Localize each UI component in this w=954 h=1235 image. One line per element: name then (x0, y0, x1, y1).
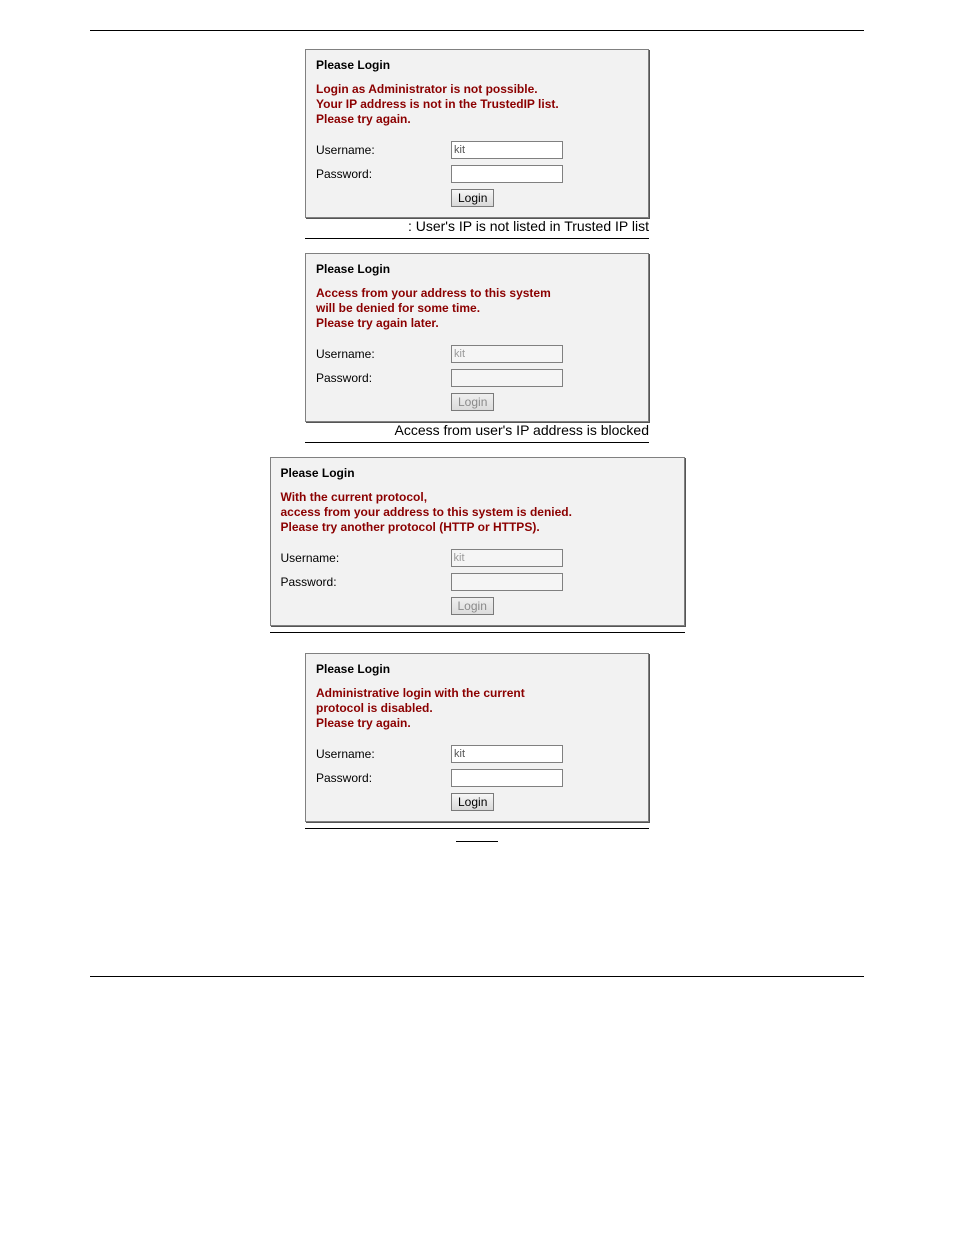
login-panel: Please Login Access from your address to… (305, 253, 649, 422)
username-label: Username: (316, 143, 451, 157)
username-input (451, 345, 563, 363)
password-label: Password: (316, 771, 451, 785)
panel-title: Please Login (316, 262, 638, 276)
login-button: Login (451, 393, 494, 411)
login-figure-2: Please Login Access from your address to… (305, 253, 649, 443)
login-button[interactable]: Login (451, 793, 494, 811)
error-message: Login as Administrator is not possible.Y… (316, 82, 638, 127)
login-figure-1: Please Login Login as Administrator is n… (305, 49, 649, 239)
error-message: Access from your address to this systemw… (316, 286, 638, 331)
password-input (451, 573, 563, 591)
panel-title: Please Login (316, 662, 638, 676)
username-label: Username: (281, 551, 451, 565)
login-button: Login (451, 597, 494, 615)
login-panel: Please Login With the current protocol,a… (270, 457, 685, 626)
username-input[interactable] (451, 745, 563, 763)
login-panel: Please Login Administrative login with t… (305, 653, 649, 822)
login-figure-4: Please Login Administrative login with t… (305, 653, 649, 842)
short-underline (456, 841, 498, 842)
figure-caption-2: Access from user's IP address is blocked (305, 422, 649, 443)
username-label: Username: (316, 747, 451, 761)
password-label: Password: (316, 167, 451, 181)
password-input[interactable] (451, 165, 563, 183)
username-input[interactable] (451, 141, 563, 159)
password-label: Password: (316, 371, 451, 385)
top-rule (90, 30, 864, 31)
login-figure-3: Please Login With the current protocol,a… (270, 457, 685, 639)
password-input[interactable] (451, 769, 563, 787)
error-message: With the current protocol,access from yo… (281, 490, 674, 535)
panel-title: Please Login (281, 466, 674, 480)
password-label: Password: (281, 575, 451, 589)
panel-title: Please Login (316, 58, 638, 72)
password-input (451, 369, 563, 387)
username-input (451, 549, 563, 567)
username-label: Username: (316, 347, 451, 361)
bottom-rule (90, 976, 864, 977)
login-panel: Please Login Login as Administrator is n… (305, 49, 649, 218)
login-button[interactable]: Login (451, 189, 494, 207)
error-message: Administrative login with the currentpro… (316, 686, 638, 731)
figure-caption-1: : User's IP is not listed in Trusted IP … (305, 218, 649, 239)
